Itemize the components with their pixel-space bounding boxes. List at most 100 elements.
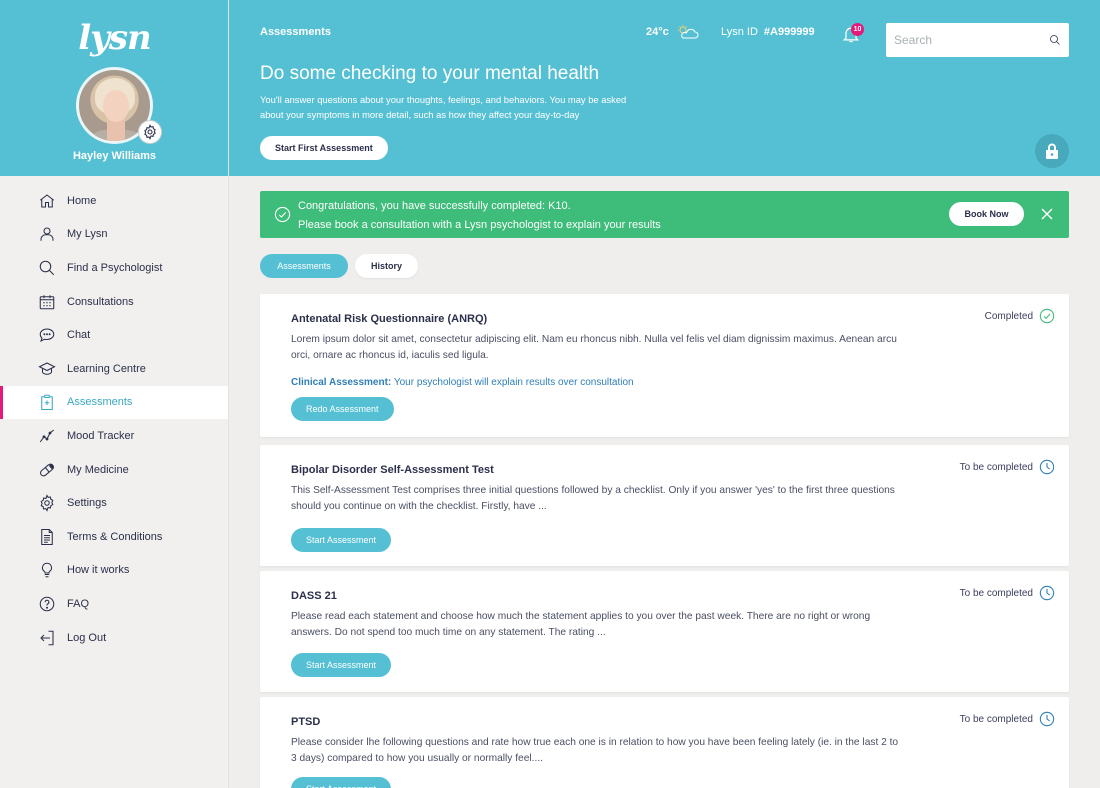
sidebar-item-find-psychologist[interactable]: Find a Psychologist <box>0 251 228 285</box>
status-label: To be completed <box>959 587 1033 599</box>
success-banner: Congratulations, you have successfully c… <box>260 191 1069 238</box>
sidebar-item-my-lysn[interactable]: My Lysn <box>0 218 228 252</box>
lock-button[interactable] <box>1035 134 1069 168</box>
assessment-title: DASS 21 <box>291 590 337 602</box>
assessment-description: This Self-Assessment Test comprises thre… <box>291 485 895 512</box>
clipboard-icon <box>41 395 53 411</box>
clinical-text: Your psychologist will explain results o… <box>393 377 634 388</box>
assessment-description: Please consider lhe following questions … <box>291 737 899 764</box>
status-label: To be completed <box>959 713 1033 725</box>
question-icon <box>39 596 55 612</box>
partly-cloudy-icon <box>677 25 699 39</box>
clock-icon <box>1039 459 1055 475</box>
search-icon[interactable] <box>1049 31 1061 49</box>
clinical-label: Clinical Assessment: <box>291 377 392 388</box>
temperature: 24°c <box>646 26 669 38</box>
lightbulb-icon <box>41 563 53 578</box>
check-circle-icon <box>1039 308 1055 324</box>
sidebar-item-label: FAQ <box>67 597 90 610</box>
page-header: Assessments 24°c Lysn ID #A999999 10 Do s… <box>229 0 1100 176</box>
sidebar-item-label: Consultations <box>67 295 134 308</box>
chat-icon <box>39 328 55 343</box>
sidebar-item-chat[interactable]: Chat <box>0 318 228 352</box>
assessment-card: Bipolar Disorder Self-Assessment Test Th… <box>260 445 1069 566</box>
close-icon[interactable] <box>1041 208 1053 220</box>
banner-message-line2: Please book a consultation with a Lysn p… <box>298 219 661 231</box>
sidebar-item-log-out[interactable]: Log Out <box>0 621 228 655</box>
start-assessment-button[interactable]: Start Assessment <box>291 777 392 788</box>
sidebar-item-consultations[interactable]: Consultations <box>0 285 228 319</box>
sidebar-item-terms[interactable]: Terms & Conditions <box>0 520 228 554</box>
sidebar-item-home[interactable]: Home <box>0 184 228 218</box>
sidebar-item-label: Terms & Conditions <box>67 530 163 543</box>
sidebar-item-label: How it works <box>67 564 130 577</box>
sidebar-item-how-it-works[interactable]: How it works <box>0 554 228 588</box>
weather-widget: 24°c <box>646 24 699 40</box>
sidebar-item-label: My Medicine <box>67 463 129 476</box>
assessment-card: Antenatal Risk Questionnaire (ANRQ) Lore… <box>260 294 1069 437</box>
sidebar-item-learning-centre[interactable]: Learning Centre <box>0 352 228 386</box>
trend-line-icon <box>39 429 55 443</box>
notification-badge[interactable]: 10 <box>851 23 864 36</box>
user-name: Hayley Williams <box>72 150 157 162</box>
redo-assessment-button[interactable]: Redo Assessment <box>291 397 394 421</box>
banner-message-line1: Congratulations, you have successfully c… <box>298 200 571 212</box>
gear-icon <box>40 494 54 512</box>
status-label: To be completed <box>959 461 1033 473</box>
sidebar-item-label: Settings <box>67 497 107 510</box>
sidebar-item-settings[interactable]: Settings <box>0 486 228 520</box>
sidebar-item-mood-tracker[interactable]: Mood Tracker <box>0 419 228 453</box>
document-icon <box>41 528 53 545</box>
search-box <box>886 23 1069 57</box>
home-icon <box>39 194 55 208</box>
lock-icon <box>1046 143 1058 159</box>
status-label: Completed <box>984 310 1033 322</box>
search-input[interactable] <box>894 33 1049 47</box>
sidebar-item-assessments[interactable]: Assessments <box>0 385 228 420</box>
sidebar-item-label: Mood Tracker <box>67 429 135 442</box>
tab-history[interactable]: History <box>355 254 418 278</box>
page-description: You'll answer questions about your thoug… <box>260 94 627 120</box>
assessment-title: Antenatal Risk Questionnaire (ANRQ) <box>291 313 488 325</box>
assessment-card: PTSD Please consider lhe following quest… <box>260 697 1069 788</box>
sidebar-item-my-medicine[interactable]: My Medicine <box>0 453 228 487</box>
sidebar-item-faq[interactable]: FAQ <box>0 587 228 621</box>
start-assessment-button[interactable]: Start Assessment <box>291 528 392 552</box>
status-badge: Completed <box>985 308 1055 324</box>
check-circle-icon <box>274 206 291 223</box>
lysn-id: Lysn ID #A999999 <box>721 26 815 38</box>
sidebar-item-label: My Lysn <box>67 228 108 241</box>
book-now-button[interactable]: Book Now <box>949 202 1024 226</box>
assessment-card: DASS 21 Please read each statement and c… <box>260 571 1069 692</box>
tab-assessments[interactable]: Assessments <box>260 254 348 278</box>
sidebar-item-label: Assessments <box>67 396 133 409</box>
clock-icon <box>1039 585 1055 601</box>
search-icon <box>39 260 55 276</box>
calendar-icon <box>39 294 55 309</box>
lysn-id-value: #A999999 <box>763 26 815 38</box>
clinical-note: Clinical Assessment: Your psychologist w… <box>291 377 634 388</box>
status-badge: To be completed <box>960 585 1055 601</box>
start-first-assessment-button[interactable]: Start First Assessment <box>260 136 388 160</box>
clock-icon <box>1039 711 1055 727</box>
profile-settings-gear-icon[interactable] <box>138 120 162 144</box>
assessment-title: Bipolar Disorder Self-Assessment Test <box>291 464 494 476</box>
sidebar: lysn Hayley Williams Home My Lysn Find a… <box>0 0 229 788</box>
page-title: Do some checking to your mental health <box>260 63 600 84</box>
assessment-description: Please read each statement and choose ho… <box>291 611 871 638</box>
start-assessment-button[interactable]: Start Assessment <box>291 653 392 677</box>
logout-icon <box>40 630 54 645</box>
sidebar-item-label: Home <box>67 194 97 207</box>
lysn-id-label: Lysn ID <box>721 26 758 38</box>
sidebar-item-label: Find a Psychologist <box>67 261 163 274</box>
sidebar-item-label: Log Out <box>67 631 107 644</box>
status-badge: To be completed <box>960 711 1055 727</box>
profile-panel: lysn Hayley Williams <box>0 0 228 176</box>
sidebar-item-label: Learning Centre <box>67 362 146 375</box>
assessment-description: Lorem ipsum dolor sit amet, consectetur … <box>291 334 897 361</box>
sidebar-nav: Home My Lysn Find a Psychologist Consult… <box>0 176 228 654</box>
lysn-logo[interactable]: lysn <box>0 18 229 58</box>
status-badge: To be completed <box>960 459 1055 475</box>
graduation-cap-icon <box>38 362 56 375</box>
assessment-title: PTSD <box>291 716 321 728</box>
